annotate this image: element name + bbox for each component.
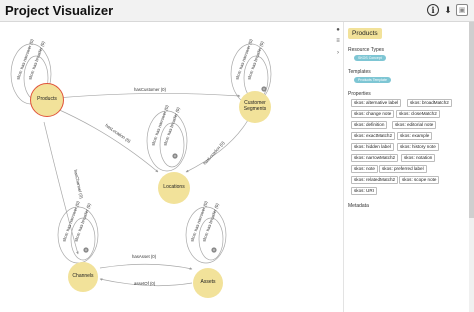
node-label: Channels xyxy=(72,273,94,280)
edge-label: hasAsset (0) xyxy=(132,254,157,259)
download-icon[interactable]: ⬇ xyxy=(442,4,454,16)
edge-label: assetOf (0) xyxy=(134,281,156,286)
node-label: Customer Segments xyxy=(243,100,267,112)
edge-products-segments[interactable] xyxy=(56,93,241,99)
property-tag[interactable]: skos: hidden label xyxy=(351,143,394,151)
node-label: Locations xyxy=(163,184,185,191)
property-tag[interactable]: skos: history note xyxy=(397,143,439,151)
node-channels[interactable]: Channels xyxy=(68,262,98,292)
panel-scroll-thumb[interactable] xyxy=(469,22,474,218)
property-tag[interactable]: skos: exactMatch2 xyxy=(351,132,396,140)
metadata-heading: Metadata xyxy=(348,203,369,209)
node-products[interactable]: Products xyxy=(30,83,64,117)
property-tag[interactable]: skos: notation xyxy=(401,154,436,162)
edge-label: hasLocation (0) xyxy=(202,140,226,166)
edge-label: hasCustomer (0) xyxy=(134,87,167,92)
property-tag[interactable]: skos: note xyxy=(351,165,378,173)
property-tag[interactable]: skos: narrowMatch2 xyxy=(351,154,399,162)
property-tag[interactable]: skos: editorial note xyxy=(392,121,437,129)
property-tag[interactable]: skos: alternative label xyxy=(351,99,402,107)
property-tag[interactable]: skos: example xyxy=(397,132,433,140)
info-icon[interactable]: i xyxy=(427,4,439,16)
edge-products-locations[interactable] xyxy=(54,107,159,173)
template-pill[interactable]: Products Template xyxy=(354,77,391,83)
panel-scrollbar[interactable] xyxy=(469,22,474,312)
node-label: Products xyxy=(37,96,57,103)
app-title: Project Visualizer xyxy=(5,3,114,18)
properties-heading: Properties xyxy=(348,91,371,97)
property-tag[interactable]: skos: closeMatch2 xyxy=(396,110,440,118)
export-image-icon[interactable]: ▣ xyxy=(456,4,468,16)
resource-types-heading: Resource Types xyxy=(348,47,385,53)
node-customer-segments[interactable]: Customer Segments xyxy=(239,91,271,123)
templates-heading: Templates xyxy=(348,69,371,75)
property-tag[interactable]: skos: definition xyxy=(351,121,388,129)
panel-title: Products xyxy=(348,28,382,39)
info-dot-icon[interactable]: ● xyxy=(334,26,342,34)
edge-products-channels[interactable] xyxy=(43,121,79,255)
edge-channels-assets[interactable] xyxy=(99,263,193,270)
details-panel: Products Resource Types SKOS Concept Tem… xyxy=(343,22,474,312)
property-tag[interactable]: skos: broadMatch2 xyxy=(407,99,452,107)
property-tag[interactable]: skos: change note xyxy=(351,110,395,118)
node-label: Assets xyxy=(200,279,216,286)
app-header: Project Visualizer i ⬇ ▣ xyxy=(0,0,474,22)
property-tag[interactable]: skos: preferred label xyxy=(379,165,427,173)
expand-icon[interactable]: › xyxy=(334,49,342,57)
resource-type-pill[interactable]: SKOS Concept xyxy=(354,55,386,61)
property-tag[interactable]: skos: scope note xyxy=(399,176,440,184)
edge-label: hasLocation (0) xyxy=(104,123,132,144)
graph-edges: 0 0 0 0 0 skos: has narrower (0) skos: h… xyxy=(10,38,272,287)
graph-canvas[interactable]: 0 0 0 0 0 skos: has narrower (0) skos: h… xyxy=(0,22,333,312)
property-tag[interactable]: skos: relatedMatch2 xyxy=(351,176,399,184)
node-assets[interactable]: Assets xyxy=(193,268,223,298)
edge-label: hasChannel (0) xyxy=(73,169,84,199)
node-locations[interactable]: Locations xyxy=(158,172,190,204)
property-tag[interactable]: skos: URI xyxy=(351,187,377,195)
filter-icon[interactable]: ≡ xyxy=(334,37,342,45)
side-toolbar: ● ≡ › xyxy=(333,22,343,312)
